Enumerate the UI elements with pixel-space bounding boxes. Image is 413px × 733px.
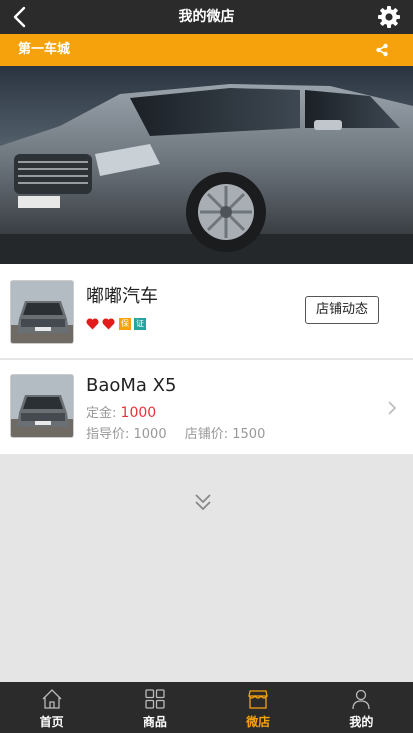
product-name: BaoMa X5 [86, 375, 177, 396]
home-icon [42, 689, 62, 709]
bottom-tab-bar: 首页 商品 微店 我的 [0, 682, 413, 733]
product-deposit: 定金: 1000 [86, 402, 156, 421]
tab-label: 首页 [39, 715, 64, 729]
guide-price: 指导价: 1000 [86, 427, 167, 442]
grid-icon [145, 689, 165, 709]
top-nav-bar: 我的微店 [0, 0, 413, 34]
tab-shop[interactable]: 微店 [207, 682, 310, 733]
shop-news-button[interactable]: 店铺动态 [305, 296, 379, 324]
share-icon[interactable] [375, 43, 389, 57]
chevron-right-icon [388, 401, 397, 415]
shop-badges: 保 证 [86, 317, 146, 331]
car-banner-image[interactable] [0, 66, 413, 264]
shop-avatar[interactable] [10, 280, 74, 344]
certified-badge: 证 [134, 318, 146, 330]
product-prices: 指导价: 1000 店铺价: 1500 [86, 423, 265, 442]
double-chevron-down-icon[interactable] [194, 492, 212, 512]
deposit-label: 定金: [86, 406, 117, 421]
shop-name: 第一车城 [18, 42, 71, 57]
shop-info-card: 嘟嘟汽车 保 证 店铺动态 [0, 264, 413, 358]
gear-icon[interactable] [377, 5, 401, 29]
tab-label: 我的 [349, 715, 374, 729]
shop-price: 店铺价: 1500 [184, 427, 266, 442]
heart-icon [102, 318, 115, 330]
product-list-item[interactable]: BaoMa X5 定金: 1000 指导价: 1000 店铺价: 1500 [0, 360, 413, 454]
product-thumbnail[interactable] [10, 374, 74, 438]
tab-home[interactable]: 首页 [0, 682, 103, 733]
tab-label: 商品 [142, 715, 167, 729]
guarantee-badge: 保 [119, 318, 131, 330]
tab-mine[interactable]: 我的 [310, 682, 413, 733]
tab-label: 微店 [246, 715, 271, 729]
heart-icon [86, 318, 99, 330]
shop-name-bar: 第一车城 [0, 34, 413, 66]
shop-title: 嘟嘟汽车 [86, 286, 158, 307]
user-icon [352, 689, 371, 710]
tab-products[interactable]: 商品 [103, 682, 206, 733]
deposit-value: 1000 [120, 405, 157, 421]
shop-icon [248, 690, 268, 709]
page-title: 我的微店 [178, 9, 235, 25]
